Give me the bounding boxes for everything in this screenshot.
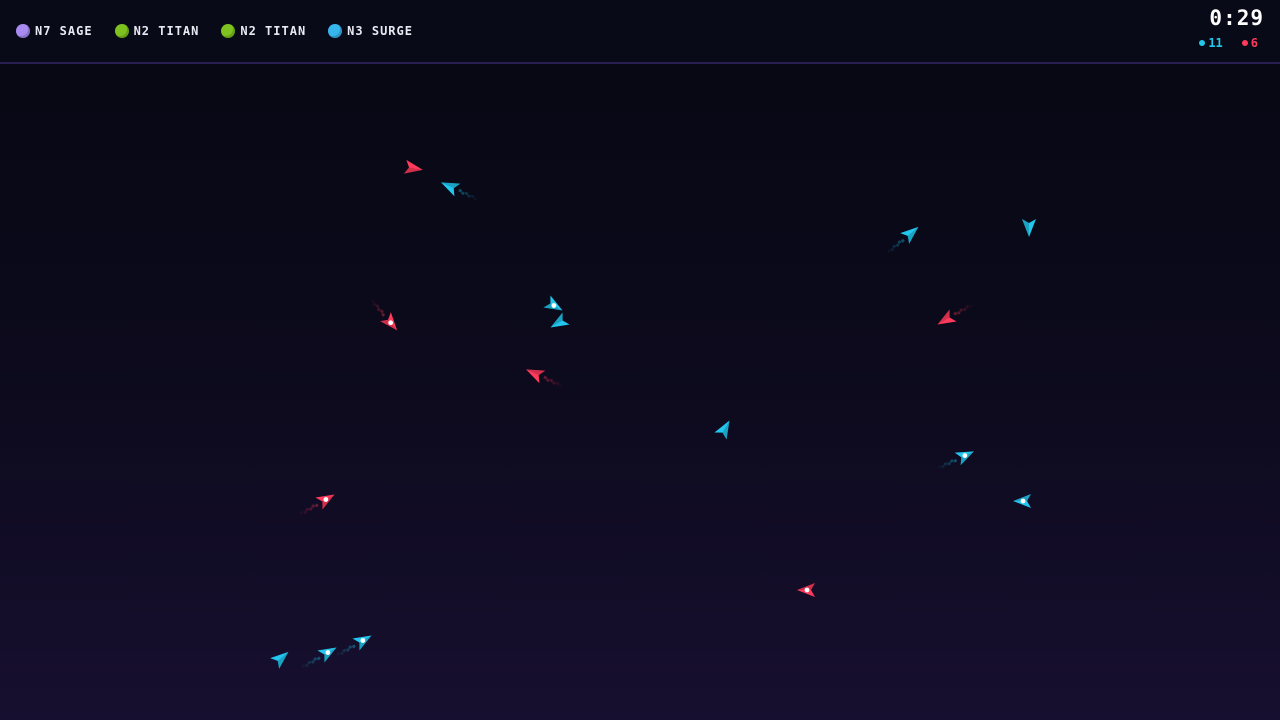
red-ship-icon <box>797 583 815 597</box>
red-ship-icon <box>371 298 398 331</box>
squad-item-surge: N3 SURGE <box>328 23 413 39</box>
squad-label: N2 TITAN <box>240 24 307 38</box>
blue-ship-icon <box>336 635 372 656</box>
red-ship-icon <box>526 369 563 388</box>
squad-item-sage: N7 SAGE <box>16 23 93 39</box>
blue-ship-icon <box>301 647 337 668</box>
red-ship-icon <box>403 159 423 174</box>
red-team-dot-icon <box>1241 40 1248 46</box>
squad-label: N7 SAGE <box>35 24 93 38</box>
surge-orb-icon <box>328 24 343 38</box>
red-ship-icon <box>299 494 335 515</box>
squad-item-titan: N2 TITAN <box>114 23 200 39</box>
match-timer: 0:29 <box>1209 6 1264 30</box>
titan-orb-icon <box>114 24 129 38</box>
battle-arena[interactable] <box>0 64 1280 720</box>
titan-orb-icon <box>221 24 236 38</box>
hud-bar: N7 SAGE N2 TITAN N2 TITAN N3 SURGE 0:29 … <box>0 0 1280 64</box>
blue-ship-icon <box>1022 219 1036 237</box>
blue-team-dot-icon <box>1199 40 1206 46</box>
sage-orb-icon <box>16 24 30 38</box>
blue-team-count-value: 11 <box>1208 36 1223 50</box>
squad-label: N2 TITAN <box>133 24 200 38</box>
arena-canvas <box>270 159 1036 669</box>
blue-ship-icon <box>441 182 478 201</box>
blue-ship-icon <box>543 295 563 311</box>
red-team-count-value: 6 <box>1250 36 1258 50</box>
red-ship-icon <box>937 304 973 325</box>
blue-ship-icon <box>714 420 730 440</box>
blue-team-count: 11 <box>1199 36 1223 50</box>
blue-ship-icon <box>550 312 570 328</box>
squad-item-titan: N2 TITAN <box>221 23 306 39</box>
blue-ship-icon <box>886 226 919 253</box>
red-team-count: 6 <box>1241 36 1258 50</box>
squad-list: N7 SAGE N2 TITAN N2 TITAN N3 SURGE <box>16 23 435 39</box>
blue-ship-icon <box>937 451 974 469</box>
blue-ship-icon <box>1013 494 1031 508</box>
blue-ship-icon <box>270 651 289 669</box>
squad-label: N3 SURGE <box>347 24 413 38</box>
team-counts: 11 6 <box>1199 36 1258 50</box>
